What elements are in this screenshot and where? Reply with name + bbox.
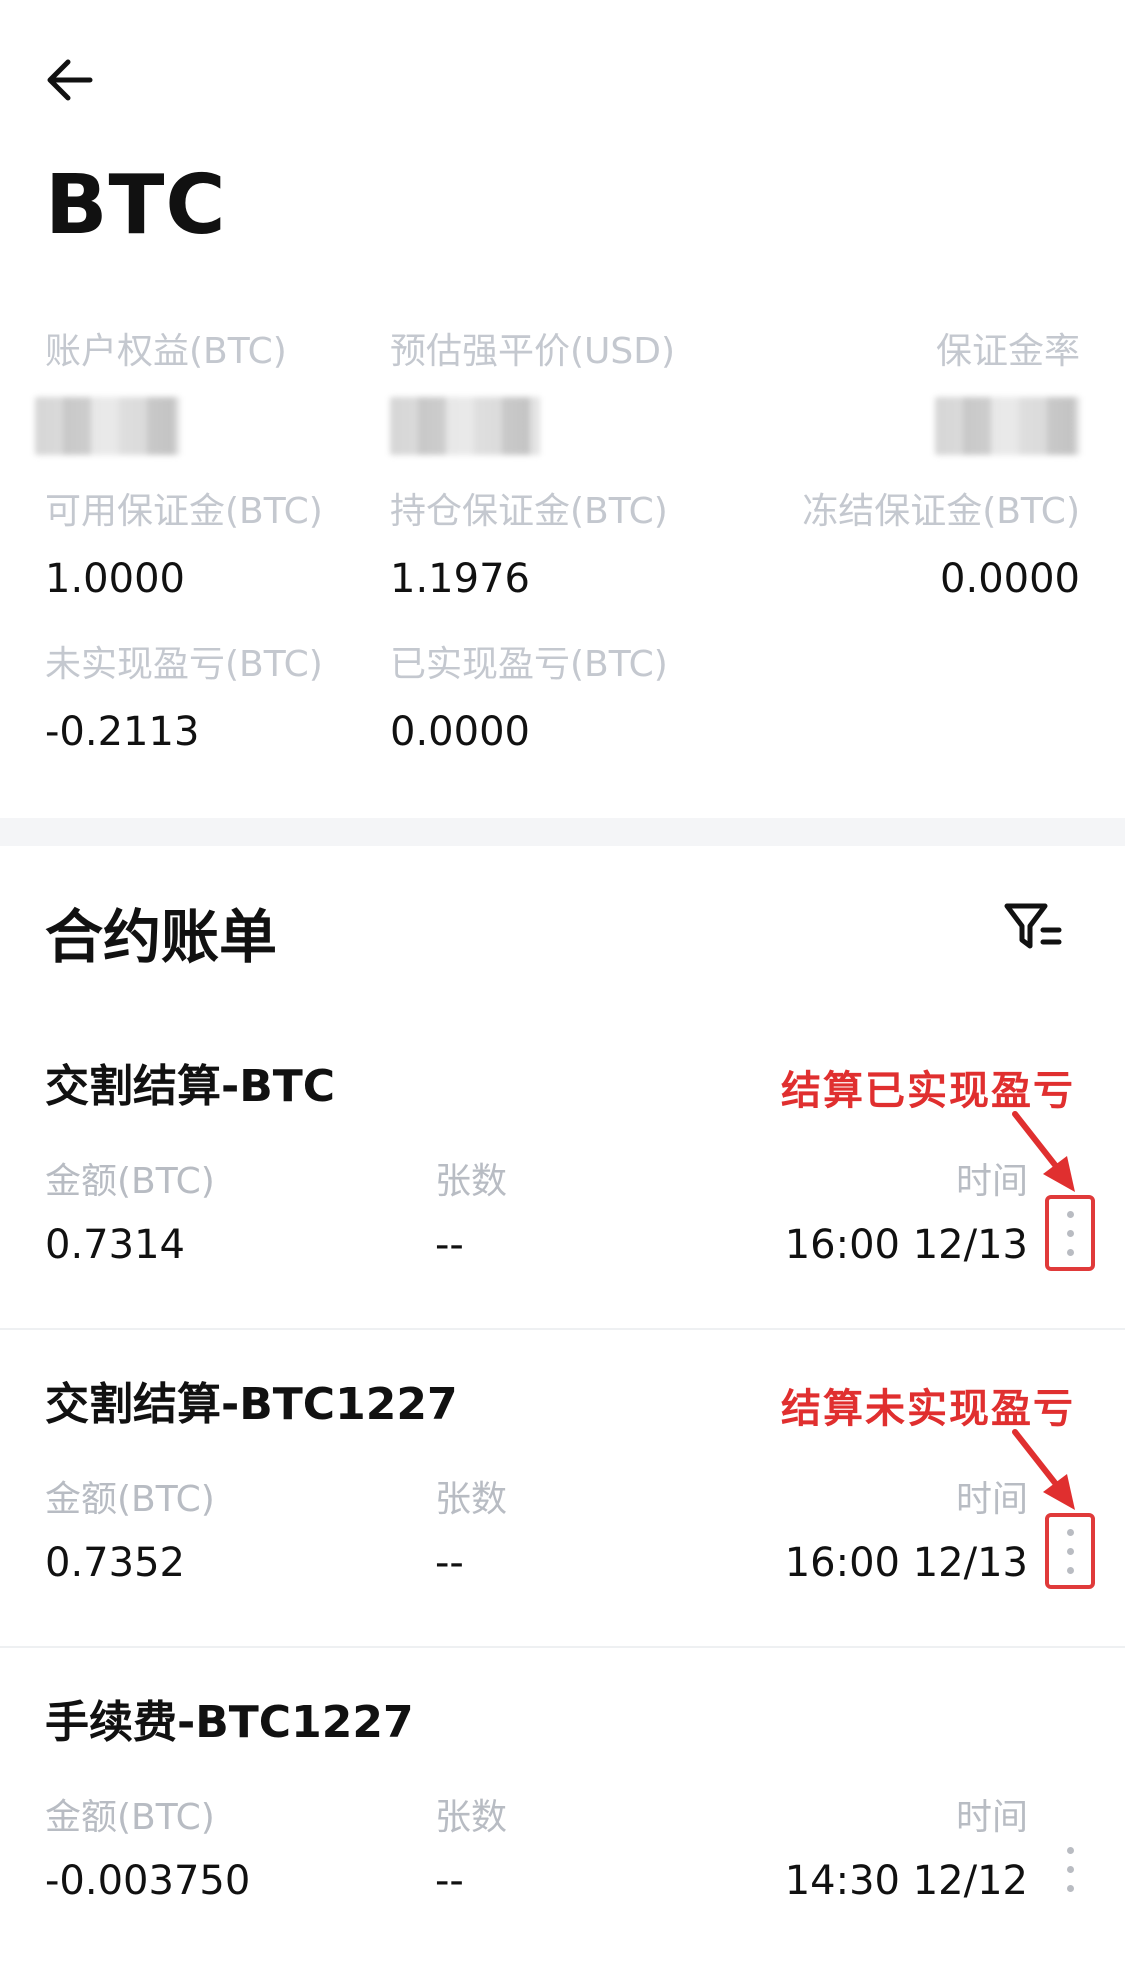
time-value: 16:00 12/13 (784, 1540, 1028, 1586)
available-margin-label: 可用保证金(BTC) (45, 491, 323, 532)
time-value: 16:00 12/13 (784, 1222, 1028, 1268)
bill-item[interactable]: 交割结算-BTC1227 金额(BTC) 张数 时间 0.7352 -- 16:… (0, 1328, 1125, 1648)
time-label: 时间 (955, 1797, 1028, 1838)
bills-header: 合约账单 (0, 880, 1125, 980)
amount-value: 0.7352 (45, 1540, 185, 1586)
position-margin: 持仓保证金(BTC) 1.1976 (390, 490, 730, 603)
margin-ratio-label: 保证金率 (935, 331, 1080, 372)
more-vertical-icon (1066, 1210, 1074, 1256)
more-options-button[interactable] (1045, 1195, 1095, 1271)
est-liquidation-price: 预估强平价(USD) (390, 330, 730, 456)
bills-title: 合约账单 (45, 903, 278, 971)
contracts-label: 张数 (435, 1161, 508, 1202)
frozen-margin-value: 0.0000 (940, 556, 1080, 603)
amount-label: 金额(BTC) (45, 1479, 215, 1520)
time-value: 14:30 12/12 (784, 1858, 1028, 1904)
margin-ratio: 保证金率 (740, 330, 1080, 456)
unrealized-pnl-label: 未实现盈亏(BTC) (45, 644, 323, 685)
frozen-margin: 冻结保证金(BTC) 0.0000 (740, 490, 1080, 603)
unrealized-pnl: 未实现盈亏(BTC) -0.2113 (45, 643, 385, 756)
realized-pnl: 已实现盈亏(BTC) 0.0000 (390, 643, 730, 756)
contracts-value: -- (435, 1540, 464, 1586)
more-options-button[interactable] (1045, 1831, 1095, 1907)
filter-icon (1004, 903, 1062, 949)
account-equity-value-blurred (35, 397, 180, 456)
realized-pnl-value: 0.0000 (390, 709, 530, 756)
contracts-value: -- (435, 1858, 464, 1904)
realized-pnl-label: 已实现盈亏(BTC) (390, 644, 668, 685)
arrow-left-icon (47, 59, 93, 101)
section-divider (0, 818, 1125, 846)
unrealized-pnl-value: -0.2113 (45, 709, 200, 756)
bill-title: 交割结算-BTC (45, 1061, 336, 1112)
bill-item[interactable]: 手续费-BTC1227 金额(BTC) 张数 时间 -0.003750 -- 1… (0, 1646, 1125, 1964)
frozen-margin-label: 冻结保证金(BTC) (802, 491, 1080, 532)
contracts-label: 张数 (435, 1479, 508, 1520)
more-options-button[interactable] (1045, 1513, 1095, 1589)
bill-item[interactable]: 交割结算-BTC 金额(BTC) 张数 时间 0.7314 -- 16:00 1… (0, 1010, 1125, 1330)
amount-label: 金额(BTC) (45, 1797, 215, 1838)
more-vertical-icon (1066, 1528, 1074, 1574)
margin-ratio-value-blurred (935, 397, 1080, 456)
back-button[interactable] (40, 50, 100, 110)
amount-value: -0.003750 (45, 1858, 251, 1904)
available-margin-value: 1.0000 (45, 556, 185, 603)
annotation-arrow-icon (1012, 1111, 1075, 1192)
bill-title: 手续费-BTC1227 (45, 1697, 414, 1748)
filter-button[interactable] (1001, 896, 1065, 960)
bill-title: 交割结算-BTC1227 (45, 1379, 458, 1430)
position-margin-label: 持仓保证金(BTC) (390, 491, 668, 532)
annotation-arrow-icon (1012, 1429, 1075, 1510)
account-equity: 账户权益(BTC) (35, 330, 385, 456)
available-margin: 可用保证金(BTC) 1.0000 (45, 490, 385, 603)
est-liquidation-price-label: 预估强平价(USD) (390, 331, 676, 372)
amount-label: 金额(BTC) (45, 1161, 215, 1202)
more-vertical-icon (1066, 1846, 1074, 1892)
contracts-value: -- (435, 1222, 464, 1268)
contracts-label: 张数 (435, 1797, 508, 1838)
position-margin-value: 1.1976 (390, 556, 530, 603)
page-title: BTC (45, 158, 227, 253)
amount-value: 0.7314 (45, 1222, 185, 1268)
est-liquidation-price-value-blurred (390, 397, 540, 456)
account-equity-label: 账户权益(BTC) (45, 331, 287, 372)
